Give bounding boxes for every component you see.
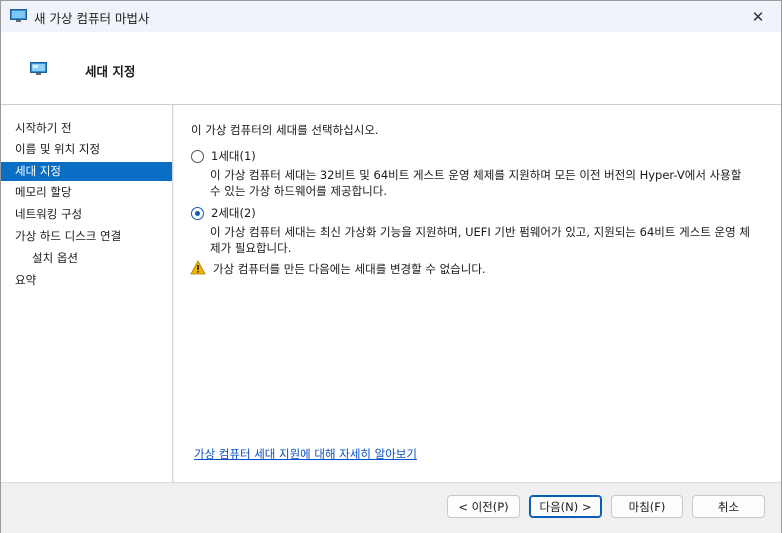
generation-warning: 가상 컴퓨터를 만든 다음에는 세대를 변경할 수 없습니다. [190, 260, 486, 277]
gen1-option[interactable]: 1세대(1) [191, 148, 256, 164]
close-button[interactable]: ✕ [735, 1, 781, 32]
warning-text: 가상 컴퓨터를 만든 다음에는 세대를 변경할 수 없습니다. [213, 262, 486, 276]
sidebar-item-name-location[interactable]: 이름 및 위치 지정 [1, 140, 172, 159]
gen2-description: 이 가상 컴퓨터 세대는 최신 가상화 기능을 지원하며, UEFI 기반 펌웨… [210, 225, 750, 255]
gen2-option[interactable]: 2세대(2) [191, 205, 256, 221]
monitor-icon [30, 62, 47, 75]
generation-prompt: 이 가상 컴퓨터의 세대를 선택하십시오. [191, 123, 379, 137]
window-title: 새 가상 컴퓨터 마법사 [34, 11, 150, 26]
sidebar-item-install-options[interactable]: 설치 옵션 [1, 249, 172, 268]
gen1-label: 1세대(1) [211, 149, 256, 163]
gen1-description: 이 가상 컴퓨터 세대는 32비트 및 64비트 게스트 운영 체제를 지원하며… [210, 168, 742, 198]
gen1-radio[interactable] [191, 149, 204, 163]
finish-button[interactable]: 마침(F) [611, 495, 683, 518]
page-title: 세대 지정 [85, 64, 136, 79]
title-bar: 새 가상 컴퓨터 마법사 ✕ [1, 1, 781, 32]
cancel-button[interactable]: 취소 [692, 495, 765, 518]
main-content: 이 가상 컴퓨터의 세대를 선택하십시오. 1세대(1) 이 가상 컴퓨터 세대… [174, 105, 781, 482]
previous-button[interactable]: < 이전(P) [447, 495, 520, 518]
wizard-steps-sidebar: 시작하기 전 이름 및 위치 지정 세대 지정 메모리 할당 네트워킹 구성 가… [1, 105, 173, 482]
sidebar-item-generation[interactable]: 세대 지정 [1, 162, 172, 181]
next-button[interactable]: 다음(N) > [529, 495, 602, 518]
gen2-label: 2세대(2) [211, 206, 256, 220]
sidebar-item-summary[interactable]: 요약 [1, 271, 172, 290]
wizard-window: 새 가상 컴퓨터 마법사 ✕ 세대 지정 시작하기 전 이름 및 위치 지정 세… [0, 0, 782, 533]
sidebar-item-memory[interactable]: 메모리 할당 [1, 183, 172, 202]
close-icon: ✕ [751, 7, 765, 26]
wizard-footer: < 이전(P) 다음(N) > 마침(F) 취소 [1, 482, 781, 533]
page-header: 세대 지정 [1, 32, 781, 105]
monitor-icon [10, 9, 27, 22]
sidebar-item-before-you-begin[interactable]: 시작하기 전 [1, 119, 172, 138]
sidebar-item-virtual-disk[interactable]: 가상 하드 디스크 연결 [1, 227, 172, 246]
warning-icon [190, 260, 206, 275]
learn-more-link[interactable]: 가상 컴퓨터 세대 지원에 대해 자세히 알아보기 [194, 446, 417, 462]
sidebar-item-networking[interactable]: 네트워킹 구성 [1, 205, 172, 224]
gen2-radio[interactable] [191, 206, 204, 220]
